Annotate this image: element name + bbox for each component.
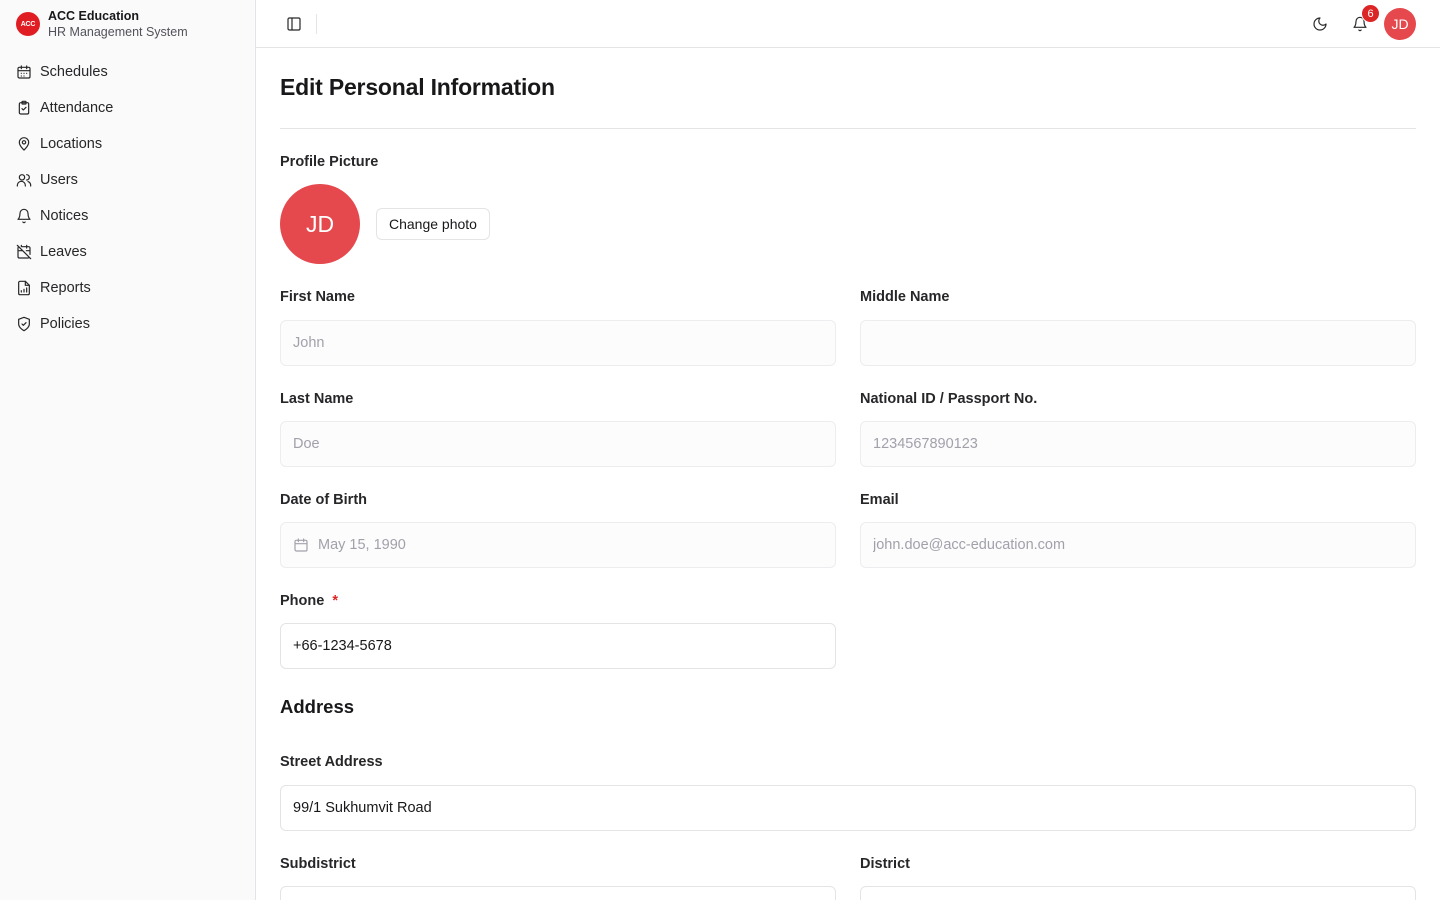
street-address-label: Street Address bbox=[280, 754, 383, 770]
address-section-title: Address bbox=[280, 696, 355, 717]
sidebar-item-label: Leaves bbox=[40, 244, 87, 260]
profile-avatar: JD bbox=[280, 184, 360, 264]
national-id-field[interactable] bbox=[860, 421, 1416, 467]
main-content: Edit Personal Information Profile Pictur… bbox=[280, 48, 1416, 900]
subdistrict-field[interactable] bbox=[280, 886, 836, 900]
middle-name-field[interactable] bbox=[860, 320, 1416, 366]
district-field[interactable] bbox=[860, 886, 1416, 900]
sidebar-item-label: Reports bbox=[40, 280, 91, 296]
sidebar-item-attendance[interactable]: Attendance bbox=[0, 90, 255, 126]
date-of-birth-picker[interactable]: May 15, 1990 bbox=[280, 522, 836, 568]
middle-name-label: Middle Name bbox=[860, 289, 950, 305]
calendar-icon bbox=[17, 65, 31, 79]
change-photo-button[interactable]: Change photo bbox=[376, 208, 490, 240]
sidebar-toggle-button[interactable] bbox=[282, 12, 306, 36]
phone-label: Phone * bbox=[280, 593, 338, 609]
national-id-label: National ID / Passport No. bbox=[860, 391, 1038, 407]
theme-toggle-button[interactable] bbox=[1308, 12, 1332, 36]
sidebar-item-label: Attendance bbox=[40, 100, 114, 116]
sidebar-item-reports[interactable]: Reports bbox=[0, 270, 255, 306]
bell-icon bbox=[17, 208, 31, 224]
first-name-label: First Name bbox=[280, 289, 355, 305]
subdistrict-label: Subdistrict bbox=[280, 856, 356, 872]
first-name-field[interactable] bbox=[280, 320, 836, 366]
file-chart-icon bbox=[18, 280, 30, 296]
profile-picture-label: Profile Picture bbox=[280, 154, 379, 170]
email-field[interactable] bbox=[860, 522, 1416, 568]
clipboard-check-icon bbox=[18, 100, 30, 115]
sidebar-item-policies[interactable]: Policies bbox=[0, 306, 255, 342]
user-avatar[interactable]: JD bbox=[1384, 8, 1416, 40]
district-label: District bbox=[860, 856, 910, 872]
sidebar-item-label: Notices bbox=[40, 208, 89, 224]
sidebar: ACC ACC Education HR Management System S… bbox=[0, 0, 256, 900]
sidebar-item-leaves[interactable]: Leaves bbox=[0, 234, 255, 270]
calendar-icon bbox=[294, 538, 308, 552]
shield-check-icon bbox=[18, 316, 30, 332]
sidebar-item-locations[interactable]: Locations bbox=[0, 126, 255, 162]
required-marker: * bbox=[332, 593, 338, 609]
phone-field[interactable] bbox=[280, 623, 836, 669]
moon-icon bbox=[1313, 17, 1327, 31]
map-pin-icon bbox=[18, 137, 30, 151]
brand-logo: ACC bbox=[16, 12, 40, 36]
sidebar-nav: Schedules Attendance Locations Users Not… bbox=[0, 48, 255, 342]
users-icon bbox=[16, 174, 32, 187]
header-divider bbox=[316, 14, 317, 34]
date-of-birth-label: Date of Birth bbox=[280, 492, 367, 508]
brand-subtitle: HR Management System bbox=[48, 25, 188, 39]
brand-name: ACC Education bbox=[48, 9, 139, 23]
sidebar-item-label: Users bbox=[40, 172, 78, 188]
sidebar-item-label: Locations bbox=[40, 136, 103, 152]
last-name-field[interactable] bbox=[280, 421, 836, 467]
title-divider bbox=[280, 128, 1416, 129]
phone-label-text: Phone bbox=[280, 593, 325, 609]
panel-left-icon bbox=[287, 17, 301, 31]
notification-count-badge: 6 bbox=[1361, 4, 1380, 23]
date-of-birth-value: May 15, 1990 bbox=[318, 537, 406, 553]
sidebar-item-schedules[interactable]: Schedules bbox=[0, 54, 255, 90]
brand[interactable]: ACC ACC Education HR Management System bbox=[0, 0, 255, 48]
calendar-off-icon bbox=[16, 244, 32, 260]
page-title: Edit Personal Information bbox=[280, 74, 555, 100]
street-address-field[interactable] bbox=[280, 785, 1416, 831]
top-header: 6 JD bbox=[256, 0, 1440, 48]
sidebar-item-label: Policies bbox=[40, 316, 90, 332]
brand-text: ACC Education HR Management System bbox=[48, 8, 188, 40]
email-label: Email bbox=[860, 492, 899, 508]
sidebar-item-label: Schedules bbox=[40, 64, 108, 80]
sidebar-item-users[interactable]: Users bbox=[0, 162, 255, 198]
last-name-label: Last Name bbox=[280, 391, 354, 407]
sidebar-item-notices[interactable]: Notices bbox=[0, 198, 255, 234]
